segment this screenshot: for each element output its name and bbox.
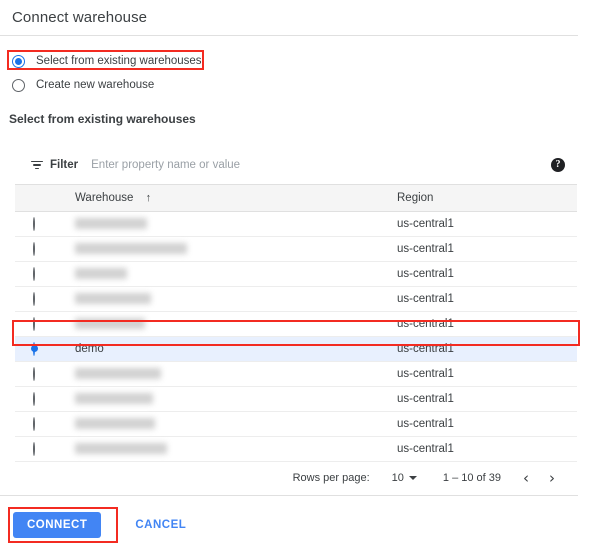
radio-option-select-existing[interactable]: Select from existing warehouses (12, 52, 202, 70)
region-cell: us-central1 (395, 311, 577, 336)
table-row[interactable]: us-central1 (15, 436, 577, 461)
table-row[interactable]: us-central1 (15, 286, 577, 311)
warehouse-name-cell (63, 236, 395, 261)
table-row[interactable]: us-central1 (15, 261, 577, 286)
warehouse-name-cell (63, 286, 395, 311)
region-cell: us-central1 (395, 261, 577, 286)
warehouse-mode-radio-group: Select from existing warehouses Create n… (12, 52, 202, 100)
row-radio-icon[interactable] (33, 442, 35, 456)
rows-per-page-value: 10 (392, 472, 404, 484)
table-row[interactable]: demous-central1 (15, 336, 577, 361)
filter-label: Filter (50, 159, 78, 171)
table-head: Warehouse ↑ Region (15, 185, 577, 211)
row-radio-icon[interactable] (33, 267, 35, 281)
row-radio-icon[interactable] (33, 317, 35, 331)
filter-input[interactable] (91, 155, 551, 175)
warehouse-name-cell (63, 411, 395, 436)
pagination-bar: Rows per page: 10 1 – 10 of 39 ‹ › (15, 462, 577, 495)
warehouse-table-card: Filter ? Warehouse ↑ Region us-central1u… (15, 146, 577, 496)
warehouse-name-cell (63, 211, 395, 236)
table-row[interactable]: us-central1 (15, 411, 577, 436)
pagination-range: 1 – 10 of 39 (443, 472, 501, 484)
help-icon[interactable]: ? (551, 158, 565, 172)
column-header-warehouse[interactable]: Warehouse ↑ (63, 185, 395, 211)
region-cell: us-central1 (395, 236, 577, 261)
table-body: us-central1us-central1us-central1us-cent… (15, 211, 577, 461)
radio-label-select-existing: Select from existing warehouses (36, 55, 202, 67)
footer-actions: CONNECT CANCEL (13, 512, 196, 538)
row-radio-icon[interactable] (33, 242, 35, 256)
redacted-warehouse-name (75, 368, 161, 379)
row-radio-icon[interactable] (33, 392, 35, 406)
redacted-warehouse-name (75, 293, 151, 304)
warehouse-name-cell: demo (63, 336, 395, 361)
region-cell: us-central1 (395, 386, 577, 411)
footer-divider (0, 495, 578, 496)
row-radio-icon[interactable] (33, 342, 35, 356)
sort-ascending-icon: ↑ (146, 192, 152, 204)
radio-icon-create-new[interactable] (12, 79, 25, 92)
row-select-cell[interactable] (15, 336, 63, 361)
previous-page-button[interactable]: ‹ (523, 471, 529, 486)
column-header-region[interactable]: Region (395, 185, 577, 211)
table-row[interactable]: us-central1 (15, 236, 577, 261)
warehouse-name-cell (63, 436, 395, 461)
filter-list-icon (30, 158, 44, 172)
warehouse-name-cell (63, 386, 395, 411)
region-cell: us-central1 (395, 411, 577, 436)
section-heading: Select from existing warehouses (9, 112, 196, 126)
region-cell: us-central1 (395, 436, 577, 461)
cancel-button[interactable]: CANCEL (125, 512, 196, 538)
row-radio-icon[interactable] (33, 367, 35, 381)
radio-option-create-new[interactable]: Create new warehouse (12, 76, 202, 94)
column-header-warehouse-label: Warehouse (75, 192, 133, 204)
table-header-row: Warehouse ↑ Region (15, 185, 577, 211)
region-cell: us-central1 (395, 361, 577, 386)
page-title: Connect warehouse (0, 0, 604, 26)
rows-per-page-select[interactable]: 10 (392, 472, 417, 484)
row-select-cell[interactable] (15, 211, 63, 236)
table-row[interactable]: us-central1 (15, 386, 577, 411)
radio-icon-select-existing[interactable] (12, 55, 25, 68)
redacted-warehouse-name (75, 268, 127, 279)
chevron-down-icon (409, 476, 417, 480)
radio-label-create-new: Create new warehouse (36, 79, 154, 91)
connect-button[interactable]: CONNECT (13, 512, 101, 538)
row-select-cell[interactable] (15, 311, 63, 336)
table-row[interactable]: us-central1 (15, 211, 577, 236)
table-row[interactable]: us-central1 (15, 311, 577, 336)
filter-bar: Filter ? (15, 146, 577, 185)
warehouse-table: Warehouse ↑ Region us-central1us-central… (15, 185, 577, 462)
warehouse-name-cell (63, 311, 395, 336)
row-select-cell[interactable] (15, 236, 63, 261)
column-header-region-label: Region (397, 192, 433, 204)
rows-per-page-label: Rows per page: (293, 472, 370, 484)
region-cell: us-central1 (395, 286, 577, 311)
redacted-warehouse-name (75, 393, 153, 404)
row-radio-icon[interactable] (33, 417, 35, 431)
row-select-cell[interactable] (15, 286, 63, 311)
row-select-cell[interactable] (15, 386, 63, 411)
row-select-cell[interactable] (15, 436, 63, 461)
row-select-cell[interactable] (15, 261, 63, 286)
region-cell: us-central1 (395, 336, 577, 361)
row-select-cell[interactable] (15, 361, 63, 386)
next-page-button[interactable]: › (549, 471, 555, 486)
redacted-warehouse-name (75, 218, 147, 229)
warehouse-name-cell (63, 261, 395, 286)
row-select-cell[interactable] (15, 411, 63, 436)
region-cell: us-central1 (395, 211, 577, 236)
column-header-select (15, 185, 63, 211)
redacted-warehouse-name (75, 243, 187, 254)
table-row[interactable]: us-central1 (15, 361, 577, 386)
warehouse-name-cell (63, 361, 395, 386)
redacted-warehouse-name (75, 318, 145, 329)
row-radio-icon[interactable] (33, 292, 35, 306)
row-radio-icon[interactable] (33, 217, 35, 231)
redacted-warehouse-name (75, 443, 167, 454)
redacted-warehouse-name (75, 418, 155, 429)
header-divider (0, 35, 578, 36)
